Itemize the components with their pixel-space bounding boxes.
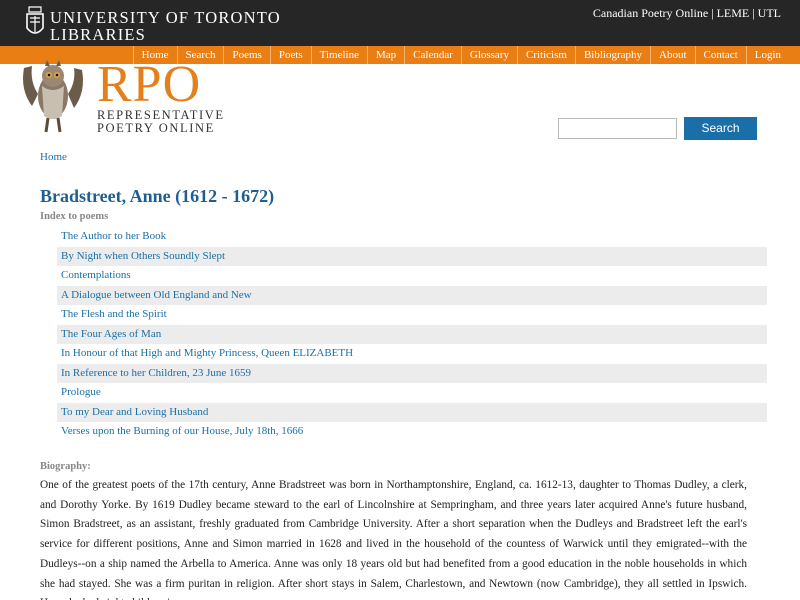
- nav-timeline[interactable]: Timeline: [310, 46, 367, 64]
- page-title: Bradstreet, Anne (1612 - 1672): [40, 186, 275, 206]
- nav-calendar[interactable]: Calendar: [404, 46, 461, 64]
- nav-poets[interactable]: Poets: [269, 46, 311, 64]
- nav-poems[interactable]: Poems: [223, 46, 269, 64]
- poem-link[interactable]: The Author to her Book: [57, 227, 767, 247]
- poem-link[interactable]: Prologue: [57, 383, 767, 403]
- rpo-subtitle: REPRESENTATIVE POETRY ONLINE: [97, 109, 225, 135]
- nav-about[interactable]: About: [650, 46, 695, 64]
- index-label: Index to poems: [40, 211, 109, 222]
- top-separator: |: [708, 6, 717, 20]
- top-links: Canadian Poetry Online | LEME | UTL: [593, 6, 781, 21]
- poem-link[interactable]: Verses upon the Burning of our House, Ju…: [57, 422, 767, 442]
- poem-link[interactable]: To my Dear and Loving Husband: [57, 402, 767, 422]
- top-separator: |: [749, 6, 758, 20]
- breadcrumb: Home: [40, 151, 67, 163]
- poem-link[interactable]: A Dialogue between Old England and New: [57, 285, 767, 305]
- poem-link[interactable]: The Four Ages of Man: [57, 324, 767, 344]
- nav-bibliography[interactable]: Bibliography: [574, 46, 650, 64]
- biography-label: Biography:: [40, 461, 91, 472]
- biography-text: One of the greatest poets of the 17th ce…: [40, 479, 747, 600]
- poem-link[interactable]: Contemplations: [57, 266, 767, 286]
- top-bar: UNIVERSITY OF TORONTO LIBRARIES Canadian…: [0, 0, 800, 46]
- breadcrumb-home[interactable]: Home: [40, 151, 67, 163]
- poem-link[interactable]: In Honour of that High and Mighty Prince…: [57, 344, 767, 364]
- poem-link[interactable]: The Flesh and the Spirit: [57, 305, 767, 325]
- poem-link[interactable]: In Reference to her Children, 23 June 16…: [57, 363, 767, 383]
- link-utl[interactable]: UTL: [758, 6, 781, 20]
- link-leme[interactable]: LEME: [717, 6, 750, 20]
- rpo-subtitle-line2: POETRY ONLINE: [97, 121, 215, 135]
- search-button[interactable]: Search: [684, 117, 757, 140]
- link-canadian-poetry-online[interactable]: Canadian Poetry Online: [593, 6, 708, 20]
- libraries-line: LIBRARIES: [50, 25, 147, 44]
- rpo-logo[interactable]: RPO: [97, 58, 201, 112]
- search-input[interactable]: [558, 118, 677, 139]
- uoft-libraries-logo[interactable]: UNIVERSITY OF TORONTO LIBRARIES: [50, 9, 281, 43]
- nav-contact[interactable]: Contact: [694, 46, 746, 64]
- poem-link[interactable]: By Night when Others Soundly Slept: [57, 246, 767, 266]
- university-line: UNIVERSITY OF TORONTO: [50, 8, 281, 27]
- owl-icon[interactable]: [18, 50, 88, 136]
- nav-login[interactable]: Login: [745, 46, 789, 64]
- nav-criticism[interactable]: Criticism: [516, 46, 575, 64]
- nav-map[interactable]: Map: [367, 46, 404, 64]
- uoft-crest-icon[interactable]: [25, 4, 45, 40]
- poem-list: The Author to her Book By Night when Oth…: [57, 227, 767, 442]
- nav-glossary[interactable]: Glossary: [460, 46, 517, 64]
